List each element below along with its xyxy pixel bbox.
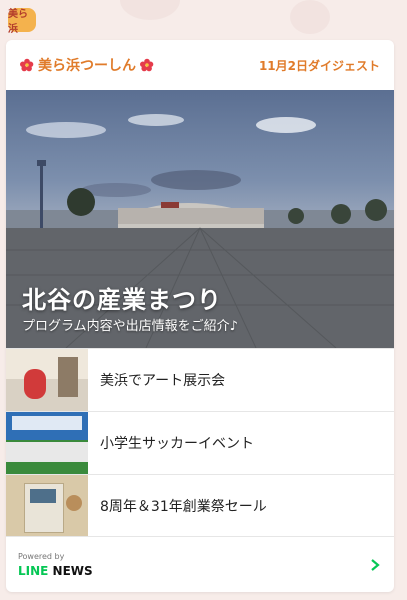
list-item[interactable]: 8周年＆31年創業祭セール [6, 474, 394, 537]
footer[interactable]: Powered by LINE NEWS [6, 536, 394, 592]
news-text: NEWS [52, 563, 93, 578]
soccer-event-thumbnail [6, 412, 88, 474]
list-item-label: 美浜でアート展示会 [100, 373, 226, 389]
article-list: 美浜でアート展示会 小学生サッカーイベント 8周年＆31年創業祭セール [6, 348, 394, 537]
powered-by: Powered by LINE NEWS [18, 552, 93, 578]
app-logo: 美ら浜 [8, 8, 36, 35]
card-header: 美ら浜つーしん 11月2日ダイジェスト [6, 40, 394, 90]
line-text: LINE [18, 563, 49, 578]
anniversary-sale-thumbnail [6, 475, 88, 537]
brand: 美ら浜つーしん [20, 55, 154, 75]
brand-name: 美ら浜つーしん [38, 58, 136, 74]
hero-title: 北谷の産業まつり [22, 286, 222, 314]
digest-card: 美ら浜つーしん 11月2日ダイジェスト 北谷の産業まつり プログラム内容や出店情… [6, 40, 394, 592]
digest-date: 11月2日ダイジェスト [258, 58, 380, 73]
powered-by-text: Powered by [18, 551, 65, 561]
list-item[interactable]: 小学生サッカーイベント [6, 411, 394, 474]
background-doodle [290, 0, 330, 34]
list-item-label: 8周年＆31年創業祭セール [100, 499, 267, 515]
list-item-label: 小学生サッカーイベント [100, 436, 254, 452]
line-news-logo: LINE NEWS [18, 564, 93, 578]
hibiscus-icon [140, 58, 154, 72]
chevron-right-icon[interactable] [368, 558, 382, 572]
hero-subtitle: プログラム内容や出店情報をご紹介♪ [22, 319, 238, 334]
hibiscus-icon [20, 58, 34, 72]
list-item[interactable]: 美浜でアート展示会 [6, 348, 394, 411]
art-exhibit-thumbnail [6, 349, 88, 411]
background-doodle [120, 0, 180, 20]
hero-article[interactable]: 北谷の産業まつり プログラム内容や出店情報をご紹介♪ [6, 90, 394, 348]
